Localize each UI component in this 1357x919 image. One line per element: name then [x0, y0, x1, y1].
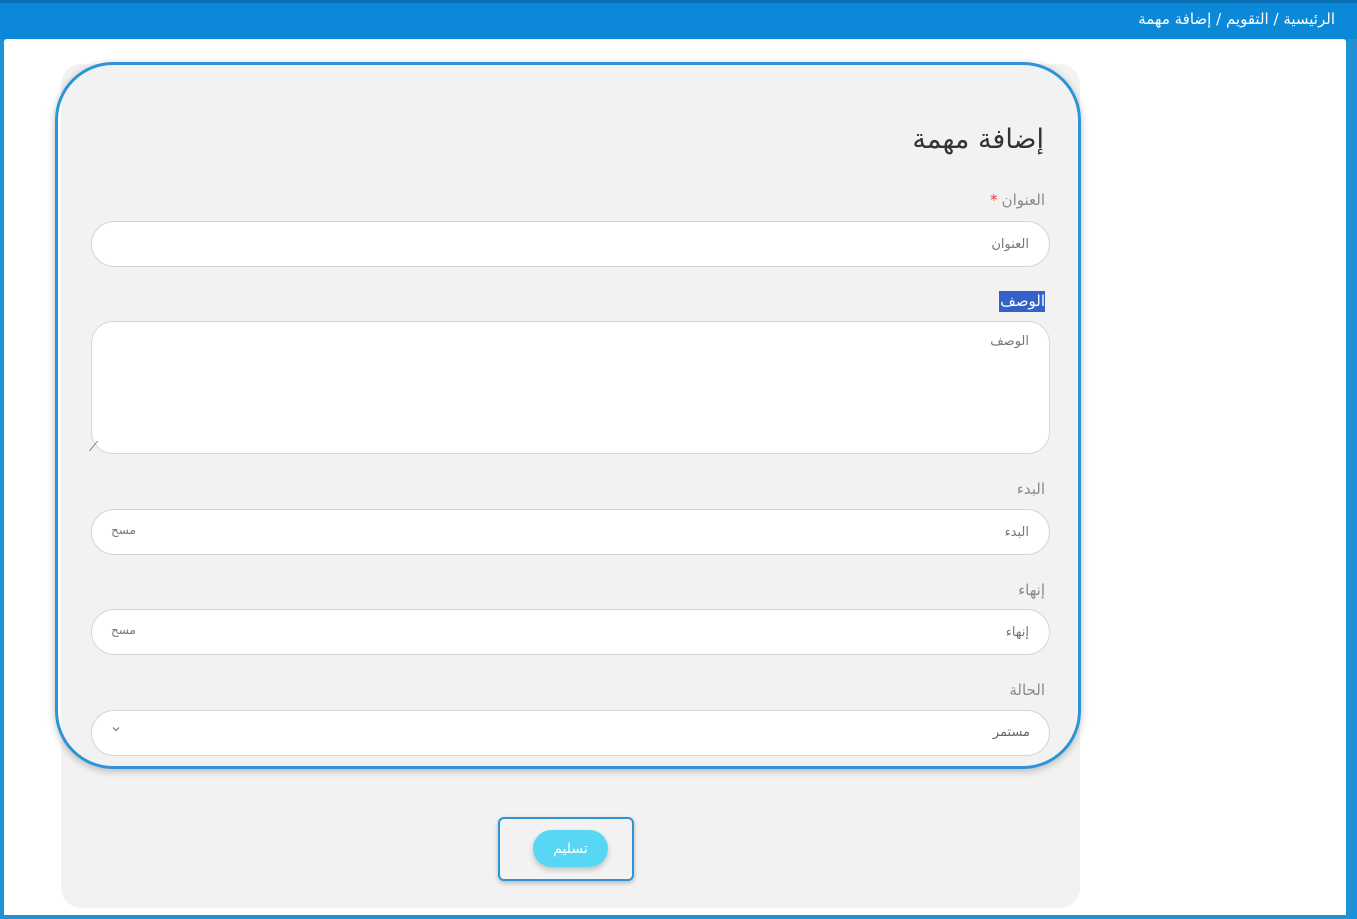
description-textarea[interactable] [91, 321, 1050, 454]
breadcrumb-calendar[interactable]: التقويم [1226, 10, 1269, 28]
end-date-input[interactable] [91, 609, 1050, 655]
page-title: إضافة مهمة [912, 124, 1044, 155]
breadcrumb: الرئيسية / التقويم / إضافة مهمة [1138, 10, 1335, 28]
breadcrumb-current: إضافة مهمة [1138, 10, 1212, 28]
description-label: الوصف [999, 291, 1045, 312]
required-mark: * [990, 191, 998, 209]
start-clear-button[interactable]: مسح [111, 523, 136, 537]
breadcrumb-separator: / [1273, 10, 1279, 28]
submit-button[interactable]: تسليم [533, 830, 608, 867]
title-label-text: العنوان [1001, 191, 1045, 209]
chevron-down-icon [111, 724, 121, 737]
end-label: إنهاء [1018, 581, 1045, 599]
top-bar: الرئيسية / التقويم / إضافة مهمة [0, 0, 1357, 39]
status-selected-value: مستمر [992, 725, 1030, 740]
app-frame: الرئيسية / التقويم / إضافة مهمة إضافة مه… [0, 0, 1357, 919]
form-card [61, 64, 1080, 908]
title-label: العنوان* [990, 191, 1045, 209]
breadcrumb-home[interactable]: الرئيسية [1283, 10, 1335, 28]
page-content: إضافة مهمة العنوان* الوصف البدء مسح إنها… [4, 39, 1346, 915]
title-input[interactable] [91, 221, 1050, 267]
end-clear-button[interactable]: مسح [111, 623, 136, 637]
status-label: الحالة [1009, 681, 1045, 699]
breadcrumb-separator: / [1216, 10, 1222, 28]
start-date-input[interactable] [91, 509, 1050, 555]
start-label: البدء [1016, 480, 1045, 498]
status-select[interactable] [91, 710, 1050, 756]
